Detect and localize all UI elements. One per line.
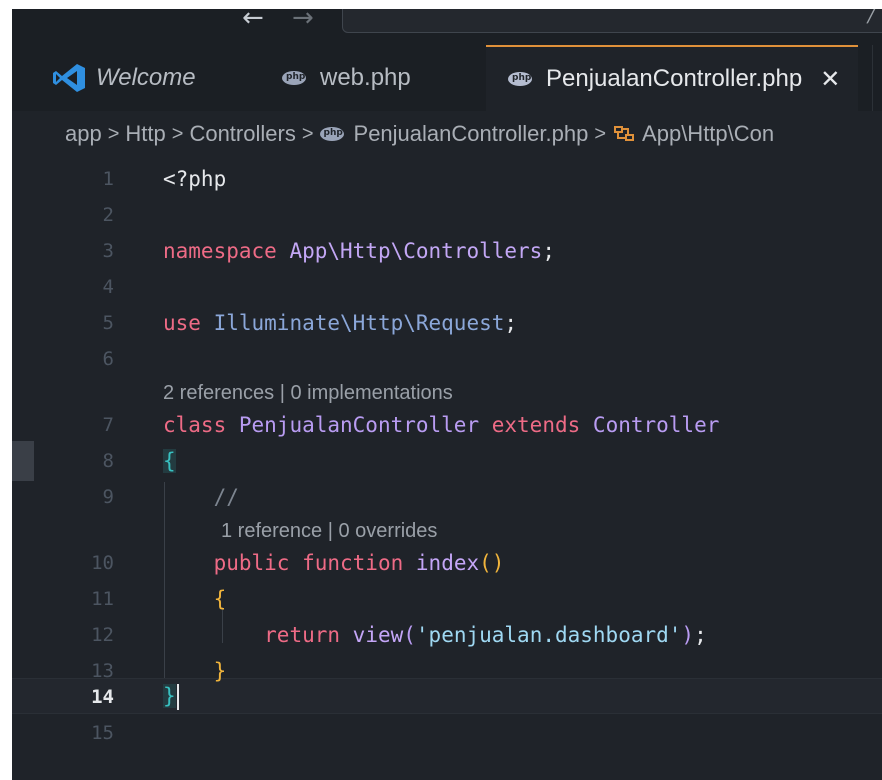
keyword-namespace: namespace <box>163 239 277 263</box>
breadcrumb-item-file[interactable]: PenjualanController.php <box>354 121 589 147</box>
editor-window: ← → ╱ Welcome web.php PenjualanControlle… <box>12 9 882 780</box>
php-file-icon <box>508 72 532 86</box>
line-number: 12 <box>91 624 114 646</box>
line-number-active: 14 <box>91 686 114 708</box>
breadcrumb-item-namespace[interactable]: App\Http\Con <box>642 121 774 147</box>
php-file-icon <box>319 127 344 141</box>
close-brace: } <box>163 684 176 708</box>
tab-penjualan-controller[interactable]: PenjualanController.php ✕ <box>486 45 858 111</box>
semicolon: ; <box>542 239 555 263</box>
line-number: 10 <box>91 552 114 574</box>
tab-web-php-label: web.php <box>320 64 411 91</box>
breadcrumb-item-http[interactable]: Http <box>125 121 165 147</box>
php-file-icon <box>282 71 306 85</box>
breadcrumb-separator: > <box>107 122 120 145</box>
forward-arrow-icon[interactable]: → <box>292 9 314 33</box>
function-name: index <box>415 551 480 575</box>
code-line[interactable]: 12 return view('penjualan.dashboard'); <box>12 617 882 653</box>
breadcrumb-separator: > <box>594 122 607 145</box>
code-line-active[interactable]: 14 } <box>12 679 882 715</box>
code-line[interactable]: 3 namespace App\Http\Controllers; <box>12 233 882 269</box>
line-number: 11 <box>91 588 114 610</box>
code-line[interactable]: 15 <box>12 715 882 751</box>
breadcrumb-item-controllers[interactable]: Controllers <box>189 121 295 147</box>
function-call-view: view <box>352 623 404 647</box>
text-cursor <box>176 684 179 710</box>
vscode-icon <box>53 64 85 92</box>
breadcrumb-separator: > <box>301 122 314 145</box>
code-line[interactable]: 6 <box>12 341 882 377</box>
tab-web-php[interactable]: web.php <box>258 45 486 111</box>
tab-penjualan-controller-label: PenjualanController.php <box>546 65 803 92</box>
code-line[interactable]: 11 { <box>12 581 882 617</box>
code-line[interactable]: 10 public function index() <box>12 545 882 581</box>
title-bar: ← → ╱ <box>12 9 882 45</box>
line-number: 6 <box>102 348 114 370</box>
keyword-return: return <box>264 623 341 647</box>
command-center-search[interactable] <box>342 9 882 33</box>
breadcrumb: app > Http > Controllers > PenjualanCont… <box>65 119 774 149</box>
code-line[interactable]: 5 use Illuminate\Http\Request; <box>12 305 882 341</box>
tab-welcome-label: Welcome <box>96 64 196 91</box>
open-paren: ( <box>403 623 416 647</box>
open-brace: { <box>213 587 227 611</box>
parentheses: () <box>479 551 505 575</box>
line-number: 7 <box>102 414 114 436</box>
code-line[interactable]: 1 <?php <box>12 161 882 197</box>
close-paren: ) <box>681 623 695 647</box>
code-line[interactable]: 8 { <box>12 443 882 479</box>
php-open-tag: <?php <box>163 167 227 191</box>
parent-class-name: Controller <box>592 413 720 437</box>
line-number: 1 <box>102 168 114 190</box>
class-name: PenjualanController <box>238 413 480 437</box>
comment: // <box>213 485 239 509</box>
code-lens-class-references[interactable]: 2 references | 0 implementations <box>163 375 453 411</box>
breadcrumb-item-app[interactable]: app <box>65 121 102 147</box>
breadcrumb-separator: > <box>171 122 184 145</box>
window-control-icon[interactable]: ╱ <box>867 9 878 24</box>
semicolon: ; <box>694 623 707 647</box>
line-number: 5 <box>102 312 114 334</box>
namespace-icon <box>614 126 635 141</box>
keyword-public: public <box>213 551 290 575</box>
semicolon: ; <box>504 311 518 335</box>
code-line[interactable]: 7 class PenjualanController extends Cont… <box>12 407 882 443</box>
line-number: 15 <box>91 722 114 744</box>
code-line[interactable]: 2 <box>12 197 882 233</box>
code-line[interactable]: 9 // <box>12 479 882 515</box>
keyword-function: function <box>302 551 404 575</box>
line-number: 2 <box>102 204 114 226</box>
code-editor[interactable]: 1 <?php 2 3 namespace App\Http\Controlle… <box>12 157 882 780</box>
line-number: 4 <box>102 276 114 298</box>
line-number: 9 <box>102 486 114 508</box>
editor-tab-bar: Welcome web.php PenjualanController.php … <box>12 45 882 111</box>
line-number: 8 <box>102 450 114 472</box>
close-tab-icon[interactable]: ✕ <box>820 65 840 93</box>
open-brace: { <box>163 449 176 473</box>
keyword-class: class <box>163 413 227 437</box>
tab-overflow[interactable] <box>872 45 882 111</box>
import-path: Illuminate\Http\Request <box>213 311 505 335</box>
tab-welcome[interactable]: Welcome <box>12 45 258 111</box>
string-literal: 'penjualan.dashboard' <box>415 623 682 647</box>
keyword-extends: extends <box>491 413 581 437</box>
code-lens-method-references[interactable]: 1 reference | 0 overrides <box>221 513 437 549</box>
code-line[interactable]: 4 <box>12 269 882 305</box>
back-arrow-icon[interactable]: ← <box>242 9 264 33</box>
namespace-path: App\Http\Controllers <box>289 239 543 263</box>
keyword-use: use <box>163 311 201 335</box>
line-number: 3 <box>102 240 114 262</box>
